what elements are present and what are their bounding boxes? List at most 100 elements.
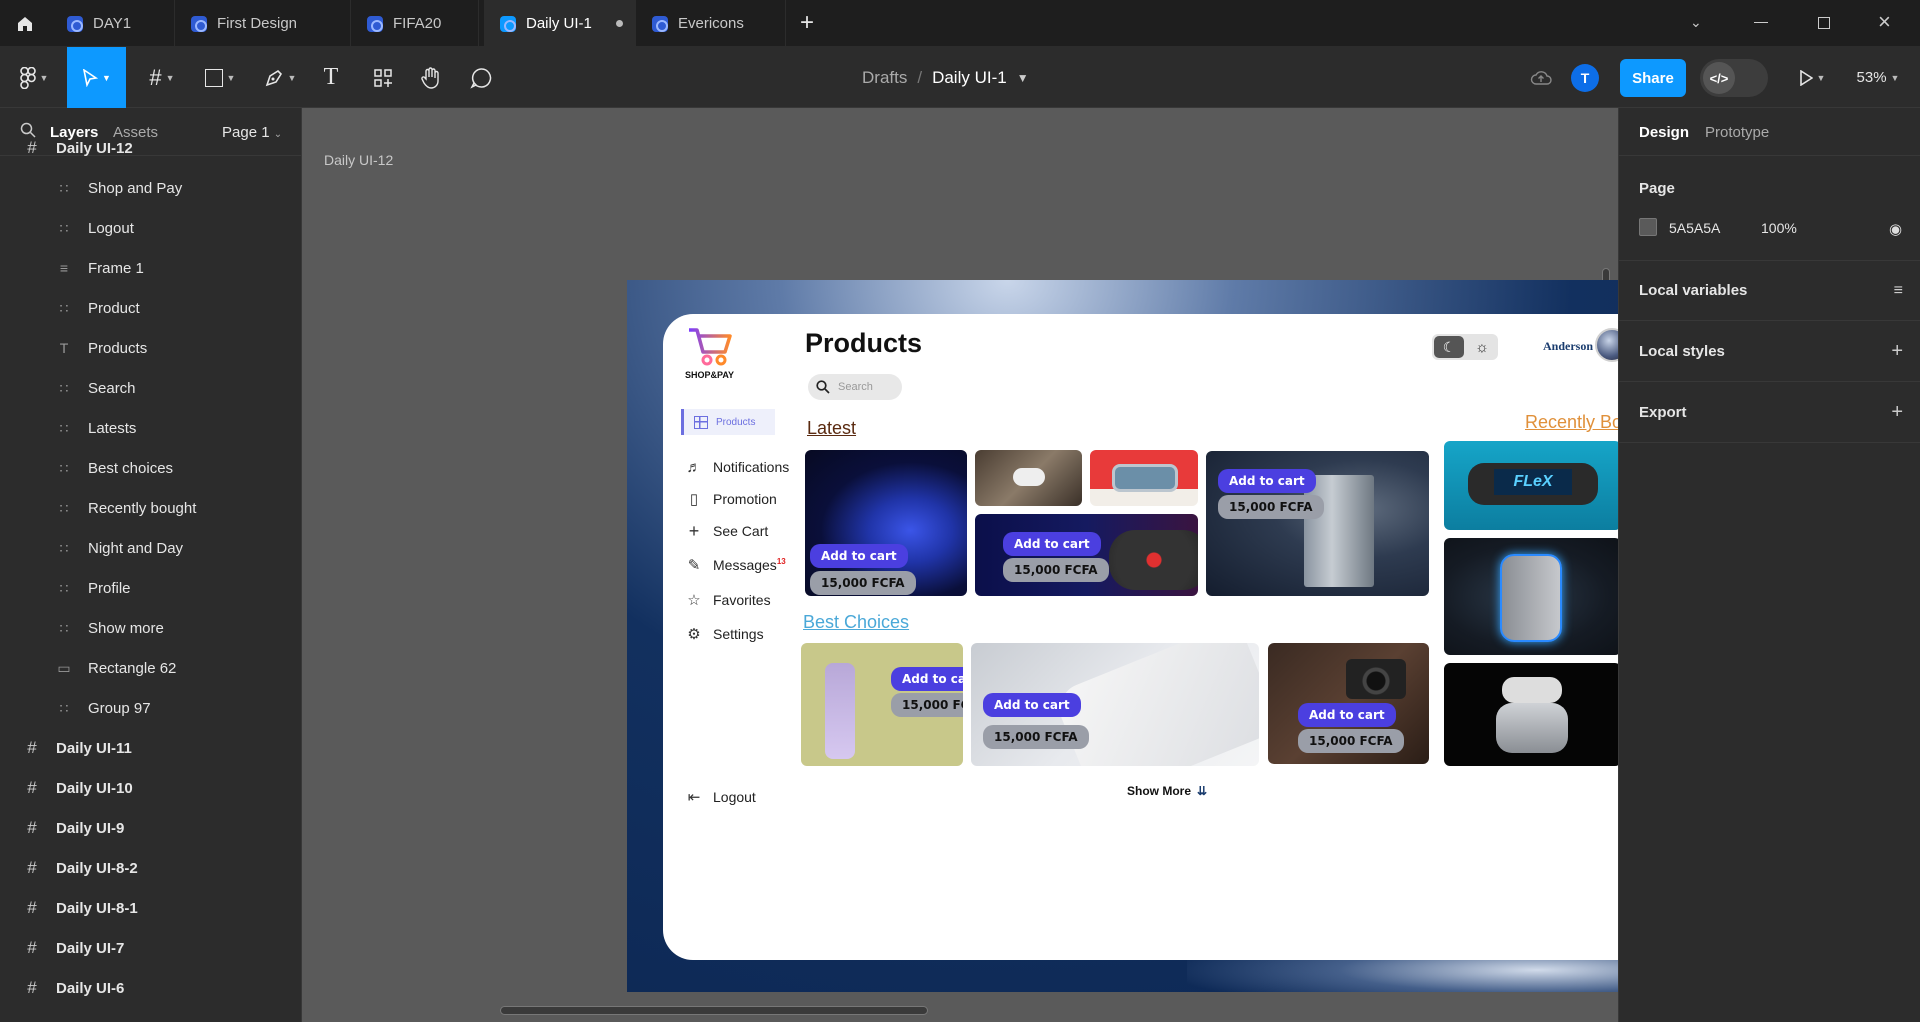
layer-row[interactable]: # Daily UI-11	[0, 728, 301, 768]
cloud-upload-icon[interactable]	[1528, 47, 1554, 108]
resources-button[interactable]	[368, 47, 398, 108]
present-button[interactable]: ▼	[1792, 47, 1832, 108]
tab-fifa20[interactable]: FIFA20	[351, 0, 479, 47]
layer-row[interactable]: # Daily UI-8-2	[0, 848, 301, 888]
layer-row[interactable]: ∷ Night and Day	[0, 528, 301, 568]
night-day-toggle[interactable]: ☾ ☼	[1432, 334, 1498, 360]
rectangle-icon: ▭	[57, 659, 71, 676]
main-menu-button[interactable]: ▼	[14, 47, 54, 108]
local-styles-section[interactable]: Local styles +	[1619, 321, 1920, 382]
product-gamepad[interactable]: Add to cart 15,000 FCFA	[975, 514, 1198, 596]
new-tab-icon[interactable]: +	[800, 9, 814, 37]
product-xbox-halo[interactable]: Add to cart 15,000 FCFA	[1206, 451, 1429, 596]
product-galaxy-flip[interactable]: Add to cart 15,000 FCFA	[801, 643, 963, 766]
recent-ps-concept[interactable]	[1444, 538, 1618, 655]
layer-row[interactable]: ∷ Search	[0, 368, 301, 408]
close-icon[interactable]: ×	[1878, 9, 1891, 35]
add-export-icon[interactable]: +	[1891, 401, 1903, 424]
add-to-cart-button[interactable]: Add to cart	[891, 667, 963, 691]
layer-row[interactable]: ∷ Product	[0, 288, 301, 328]
export-section[interactable]: Export +	[1619, 382, 1920, 443]
layer-row[interactable]: ∷ Logout	[0, 208, 301, 248]
tab-day1[interactable]: DAY1	[51, 0, 175, 47]
hand-tool-button[interactable]	[416, 47, 446, 108]
design-frame-daily-ui-12[interactable]: SHOP&PAY Products ☾ ☼ Anderson Search Pr…	[627, 280, 1618, 992]
layer-row[interactable]: # Daily UI-10	[0, 768, 301, 808]
file-name[interactable]: Daily UI-1	[932, 68, 1007, 88]
recent-flex-controller[interactable]: FLeX	[1444, 441, 1618, 530]
layer-row[interactable]: ▭ Rectangle 62	[0, 648, 301, 688]
tab-first-design[interactable]: First Design	[175, 0, 351, 47]
dev-mode-toggle[interactable]: </>	[1700, 59, 1768, 97]
add-to-cart-button[interactable]: Add to cart	[810, 544, 908, 568]
add-to-cart-button[interactable]: Add to cart	[1298, 703, 1396, 727]
recent-airpods-pro[interactable]	[1444, 663, 1618, 766]
comment-tool-button[interactable]	[466, 47, 496, 108]
layer-row[interactable]: ∷ Show more	[0, 608, 301, 648]
avatar[interactable]: T	[1571, 64, 1599, 92]
add-to-cart-button[interactable]: Add to cart	[1003, 532, 1101, 556]
product-switch-lite[interactable]	[1090, 450, 1198, 506]
layer-row[interactable]: # Daily UI-12	[0, 128, 301, 168]
tab-design[interactable]: Design	[1639, 124, 1689, 141]
add-to-cart-button[interactable]: Add to cart	[1218, 469, 1316, 493]
nav-item-favorites[interactable]: ☆ Favorites	[685, 586, 770, 614]
layer-row[interactable]: ∷ Group 97	[0, 688, 301, 728]
share-button[interactable]: Share	[1620, 59, 1686, 97]
tab-prototype[interactable]: Prototype	[1705, 124, 1769, 141]
pen-tool-button[interactable]: ▼	[258, 47, 302, 108]
page-color-swatch[interactable]	[1639, 218, 1657, 236]
layer-row[interactable]: ∷ Shop and Pay	[0, 168, 301, 208]
frame-label[interactable]: Daily UI-12	[324, 152, 393, 168]
logo-text: SHOP&PAY	[685, 370, 735, 380]
shape-tool-button[interactable]: ▼	[198, 47, 242, 108]
tab-list-chevron-icon[interactable]: ⌄	[1690, 14, 1702, 31]
eye-icon[interactable]: ◉	[1889, 220, 1902, 238]
home-icon[interactable]	[0, 0, 50, 47]
text-tool-button[interactable]: T	[316, 47, 346, 108]
tab-evericons[interactable]: Evericons	[636, 0, 786, 47]
breadcrumb-drafts[interactable]: Drafts	[862, 68, 907, 88]
chevron-down-icon[interactable]: ▼	[1017, 71, 1029, 85]
minimize-icon[interactable]	[1754, 22, 1768, 23]
frame-tool-button[interactable]: # ▼	[140, 47, 184, 108]
layer-row[interactable]: T Products	[0, 328, 301, 368]
layer-row[interactable]: ∷ Profile	[0, 568, 301, 608]
nav-item-see-cart[interactable]: + See Cart	[685, 517, 769, 545]
layer-row[interactable]: ∷ Latests	[0, 408, 301, 448]
page-opacity-value[interactable]: 100%	[1761, 220, 1797, 236]
product-camera[interactable]: Add to cart 15,000 FCFA	[1268, 643, 1429, 764]
page-color-value[interactable]: 5A5A5A	[1669, 220, 1720, 236]
canvas[interactable]: Daily UI-12 ? SHOP&PAY Products ☾ ☼ Ande…	[302, 108, 1618, 1022]
restore-icon[interactable]	[1818, 17, 1830, 29]
layer-row[interactable]: ∷ Best choices	[0, 448, 301, 488]
layer-row[interactable]: # Daily UI-6	[0, 968, 301, 1008]
plus-icon: +	[688, 520, 700, 541]
nav-item-promotion[interactable]: ▯ Promotion	[685, 485, 777, 513]
layer-row[interactable]: ∷ Recently bought	[0, 488, 301, 528]
layer-row[interactable]: ≡ Frame 1	[0, 248, 301, 288]
product-iphone[interactable]: Add to cart 15,000 FCFA	[971, 643, 1259, 766]
sliders-icon[interactable]: ≡	[1894, 282, 1903, 300]
product-mouse[interactable]: Add to cart 15,000 FCFA	[805, 450, 967, 596]
tab-daily-ui-1[interactable]: Daily UI-1	[484, 0, 636, 47]
add-to-cart-button[interactable]: Add to cart	[983, 693, 1081, 717]
nav-item-messages[interactable]: ✎ Messages 13	[685, 551, 786, 579]
user-avatar[interactable]	[1595, 328, 1618, 362]
move-tool-button[interactable]: ▼	[67, 47, 126, 108]
layer-row[interactable]: # Daily UI-9	[0, 808, 301, 848]
nav-item-settings[interactable]: ⚙ Settings	[685, 620, 763, 648]
layer-row[interactable]: # Daily UI-8-1	[0, 888, 301, 928]
ticket-icon: ▯	[689, 491, 699, 508]
logout-button[interactable]: ⇤ Logout	[685, 783, 756, 811]
product-airpods[interactable]	[975, 450, 1082, 506]
search-input[interactable]: Search	[808, 374, 902, 400]
canvas-horizontal-scrollbar[interactable]	[500, 1006, 928, 1015]
show-more-button[interactable]: Show More ⇊	[1127, 784, 1207, 798]
nav-item-notifications[interactable]: ♬ Notifications	[685, 453, 790, 481]
zoom-menu[interactable]: 53% ▼	[1850, 47, 1906, 108]
local-variables-section[interactable]: Local variables ≡	[1619, 260, 1920, 321]
add-style-icon[interactable]: +	[1891, 340, 1903, 363]
layer-row[interactable]: # Daily UI-7	[0, 928, 301, 968]
nav-item-products[interactable]: Products	[681, 409, 775, 435]
